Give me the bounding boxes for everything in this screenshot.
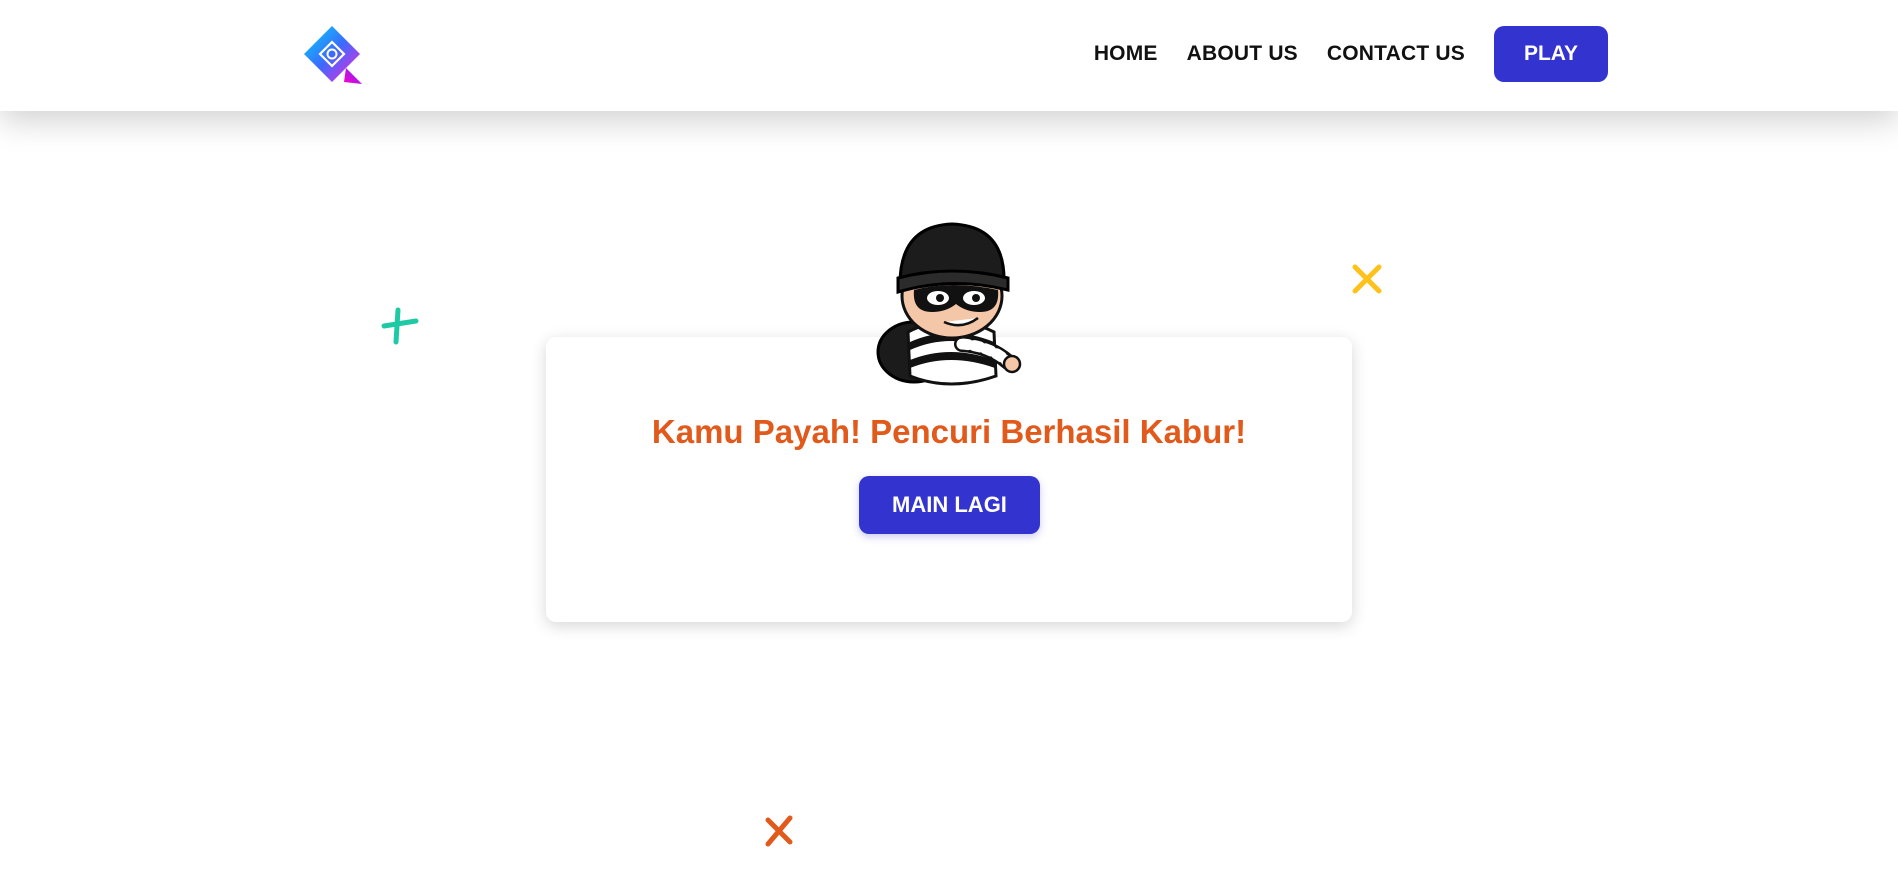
- diamond-logo-icon[interactable]: [302, 24, 364, 86]
- yellow-x-decoration: [1352, 264, 1382, 294]
- nav-home-link[interactable]: HOME: [1094, 42, 1158, 66]
- site-header: HOME ABOUT US CONTACT US PLAY: [0, 0, 1898, 111]
- nav-about-us-link[interactable]: ABOUT US: [1187, 42, 1298, 66]
- result-title: Kamu Payah! Pencuri Berhasil Kabur!: [651, 413, 1247, 450]
- orange-x-decoration: [765, 815, 793, 847]
- nav-contact-us-link[interactable]: CONTACT US: [1327, 42, 1465, 66]
- thief-illustration: [876, 222, 1022, 386]
- page: HOME ABOUT US CONTACT US PLAY Kamu Payah…: [0, 0, 1898, 892]
- play-button[interactable]: PLAY: [1494, 26, 1608, 82]
- green-plus-decoration: [381, 307, 419, 345]
- main-nav: HOME ABOUT US CONTACT US PLAY: [1094, 26, 1608, 82]
- play-again-button[interactable]: MAIN LAGI: [859, 476, 1040, 534]
